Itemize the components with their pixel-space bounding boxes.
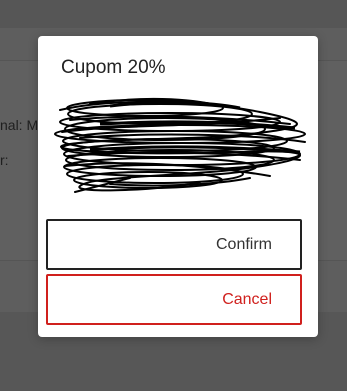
cancel-button[interactable]: Cancel [46, 274, 302, 325]
background-header [0, 0, 347, 28]
background-text-fragment: r: [0, 152, 9, 168]
background-text-fragment: nal: M [0, 117, 39, 133]
redacted-scribble [54, 97, 306, 193]
dialog-title: Cupom 20% [61, 57, 166, 78]
confirm-button[interactable]: Confirm [46, 219, 302, 270]
coupon-dialog: Cupom 20% Confirm Cancel [38, 36, 318, 337]
